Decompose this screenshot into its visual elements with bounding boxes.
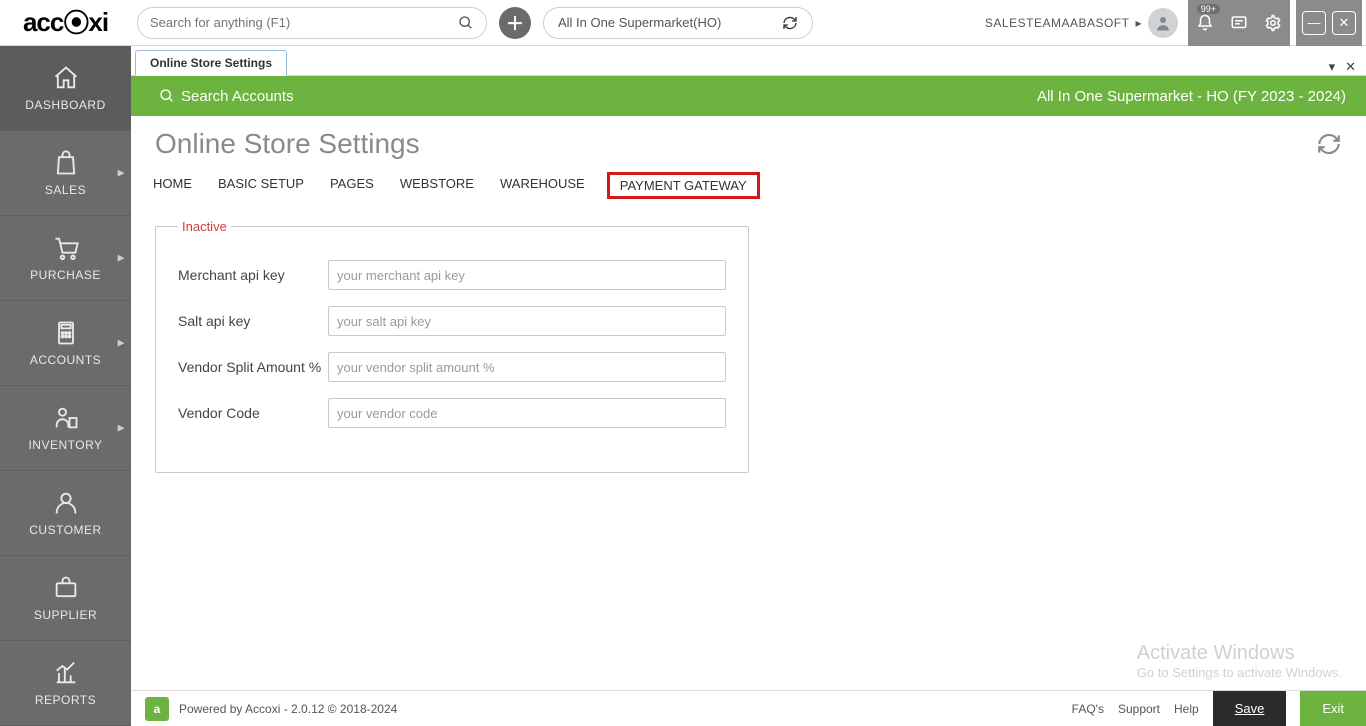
context-bar: Search Accounts All In One Supermarket -… — [131, 76, 1366, 116]
sidebar-item-inventory[interactable]: INVENTORY ▶ — [0, 386, 131, 471]
form-row: Vendor Split Amount % — [178, 352, 726, 382]
global-search[interactable] — [137, 7, 487, 39]
inventory-icon — [52, 404, 80, 432]
document-tab-label: Online Store Settings — [150, 56, 272, 70]
footer-link-support[interactable]: Support — [1118, 702, 1160, 716]
add-button[interactable]: ＋ — [499, 7, 531, 39]
salt-api-key-label: Salt api key — [178, 313, 328, 329]
form-row: Merchant api key — [178, 260, 726, 290]
sidebar-item-dashboard[interactable]: DASHBOARD — [0, 46, 131, 131]
document-tab[interactable]: Online Store Settings — [135, 50, 287, 76]
chevron-right-icon: ▶ — [118, 253, 125, 264]
sidebar-item-customer[interactable]: CUSTOMER — [0, 471, 131, 556]
home-icon — [52, 64, 80, 92]
footer-link-help[interactable]: Help — [1174, 702, 1199, 716]
save-button[interactable]: Save — [1213, 691, 1287, 726]
form-area: Inactive Merchant api key Salt api key V… — [131, 207, 1366, 485]
fieldset-legend: Inactive — [178, 219, 231, 234]
subtab-pages[interactable]: PAGES — [326, 172, 378, 199]
search-icon — [159, 88, 175, 104]
merchant-api-key-input[interactable] — [328, 260, 726, 290]
sidebar-item-label: SALES — [45, 183, 86, 197]
context-company-label: All In One Supermarket - HO (FY 2023 - 2… — [1037, 88, 1346, 105]
exit-button[interactable]: Exit — [1300, 691, 1366, 726]
tab-menu-icon[interactable]: ▾ — [1329, 59, 1336, 75]
chevron-right-icon: ▶ — [118, 423, 125, 434]
user-icon — [52, 489, 80, 517]
page-title: Online Store Settings — [155, 128, 420, 160]
sync-icon[interactable] — [782, 15, 798, 31]
footer-logo-icon: a — [145, 697, 169, 721]
calculator-icon — [52, 319, 80, 347]
sidebar-item-label: PURCHASE — [30, 268, 101, 282]
user-menu[interactable]: SALESTEAMAABASOFT ▸ — [985, 8, 1178, 38]
briefcase-icon — [52, 574, 80, 602]
bag-icon — [52, 149, 80, 177]
vendor-split-label: Vendor Split Amount % — [178, 359, 328, 375]
close-button[interactable]: ✕ — [1332, 11, 1356, 35]
sidebar-item-sales[interactable]: SALES ▶ — [0, 131, 131, 216]
sidebar-item-label: INVENTORY — [28, 438, 102, 452]
bell-icon[interactable]: 99+ — [1188, 0, 1222, 46]
context-search-label[interactable]: Search Accounts — [181, 88, 294, 105]
footer: a Powered by Accoxi - 2.0.12 © 2018-2024… — [131, 690, 1366, 726]
chart-icon — [52, 659, 80, 687]
subtab-home[interactable]: HOME — [149, 172, 196, 199]
document-tabbar: Online Store Settings ▾ ✕ — [131, 46, 1366, 76]
payment-gateway-fieldset: Inactive Merchant api key Salt api key V… — [155, 219, 749, 473]
sidebar-item-label: ACCOUNTS — [30, 353, 101, 367]
sidebar-item-label: CUSTOMER — [29, 523, 101, 537]
gear-icon[interactable] — [1256, 0, 1290, 46]
cart-icon — [52, 234, 80, 262]
merchant-api-key-label: Merchant api key — [178, 267, 328, 283]
minimize-button[interactable]: — — [1302, 11, 1326, 35]
global-search-input[interactable] — [150, 15, 458, 30]
main: Online Store Settings ▾ ✕ Search Account… — [131, 46, 1366, 726]
vendor-code-label: Vendor Code — [178, 405, 328, 421]
company-selector-label: All In One Supermarket(HO) — [558, 15, 721, 30]
chat-icon[interactable] — [1222, 0, 1256, 46]
search-icon — [458, 15, 474, 31]
sidebar-item-purchase[interactable]: PURCHASE ▶ — [0, 216, 131, 301]
page-header: Online Store Settings — [131, 116, 1366, 168]
footer-link-faqs[interactable]: FAQ's — [1072, 702, 1104, 716]
company-selector[interactable]: All In One Supermarket(HO) — [543, 7, 813, 39]
sidebar-item-label: REPORTS — [35, 693, 96, 707]
sidebar-item-reports[interactable]: REPORTS — [0, 641, 131, 726]
avatar — [1148, 8, 1178, 38]
user-name: SALESTEAMAABASOFT — [985, 16, 1130, 30]
notif-badge: 99+ — [1197, 4, 1220, 14]
chevron-right-icon: ▶ — [118, 338, 125, 349]
subtab-bar: HOME BASIC SETUP PAGES WEBSTORE WAREHOUS… — [131, 168, 1366, 207]
salt-api-key-input[interactable] — [328, 306, 726, 336]
window-controls: — ✕ — [1296, 0, 1362, 46]
sidebar-item-label: SUPPLIER — [34, 608, 97, 622]
sidebar-item-label: DASHBOARD — [25, 98, 106, 112]
form-row: Salt api key — [178, 306, 726, 336]
vendor-split-input[interactable] — [328, 352, 726, 382]
subtab-warehouse[interactable]: WAREHOUSE — [496, 172, 589, 199]
chevron-right-icon: ▶ — [118, 168, 125, 179]
footer-powered: Powered by Accoxi - 2.0.12 © 2018-2024 — [179, 702, 397, 716]
chevron-right-icon: ▸ — [1135, 16, 1142, 30]
os-watermark: Activate Windows Go to Settings to activ… — [1137, 642, 1342, 680]
topbar: acc⦿xi ＋ All In One Supermarket(HO) SALE… — [0, 0, 1366, 46]
sidebar-item-supplier[interactable]: SUPPLIER — [0, 556, 131, 641]
form-row: Vendor Code — [178, 398, 726, 428]
subtab-payment-gateway[interactable]: PAYMENT GATEWAY — [607, 172, 760, 199]
subtab-basic-setup[interactable]: BASIC SETUP — [214, 172, 308, 199]
sidebar-item-accounts[interactable]: ACCOUNTS ▶ — [0, 301, 131, 386]
sidebar: DASHBOARD SALES ▶ PURCHASE ▶ ACCOUNTS ▶ … — [0, 46, 131, 726]
refresh-icon[interactable] — [1316, 131, 1342, 157]
vendor-code-input[interactable] — [328, 398, 726, 428]
subtab-webstore[interactable]: WEBSTORE — [396, 172, 478, 199]
header-icon-strip: 99+ — [1188, 0, 1290, 46]
tab-close-icon[interactable]: ✕ — [1345, 59, 1356, 75]
brand-logo: acc⦿xi — [0, 0, 131, 46]
